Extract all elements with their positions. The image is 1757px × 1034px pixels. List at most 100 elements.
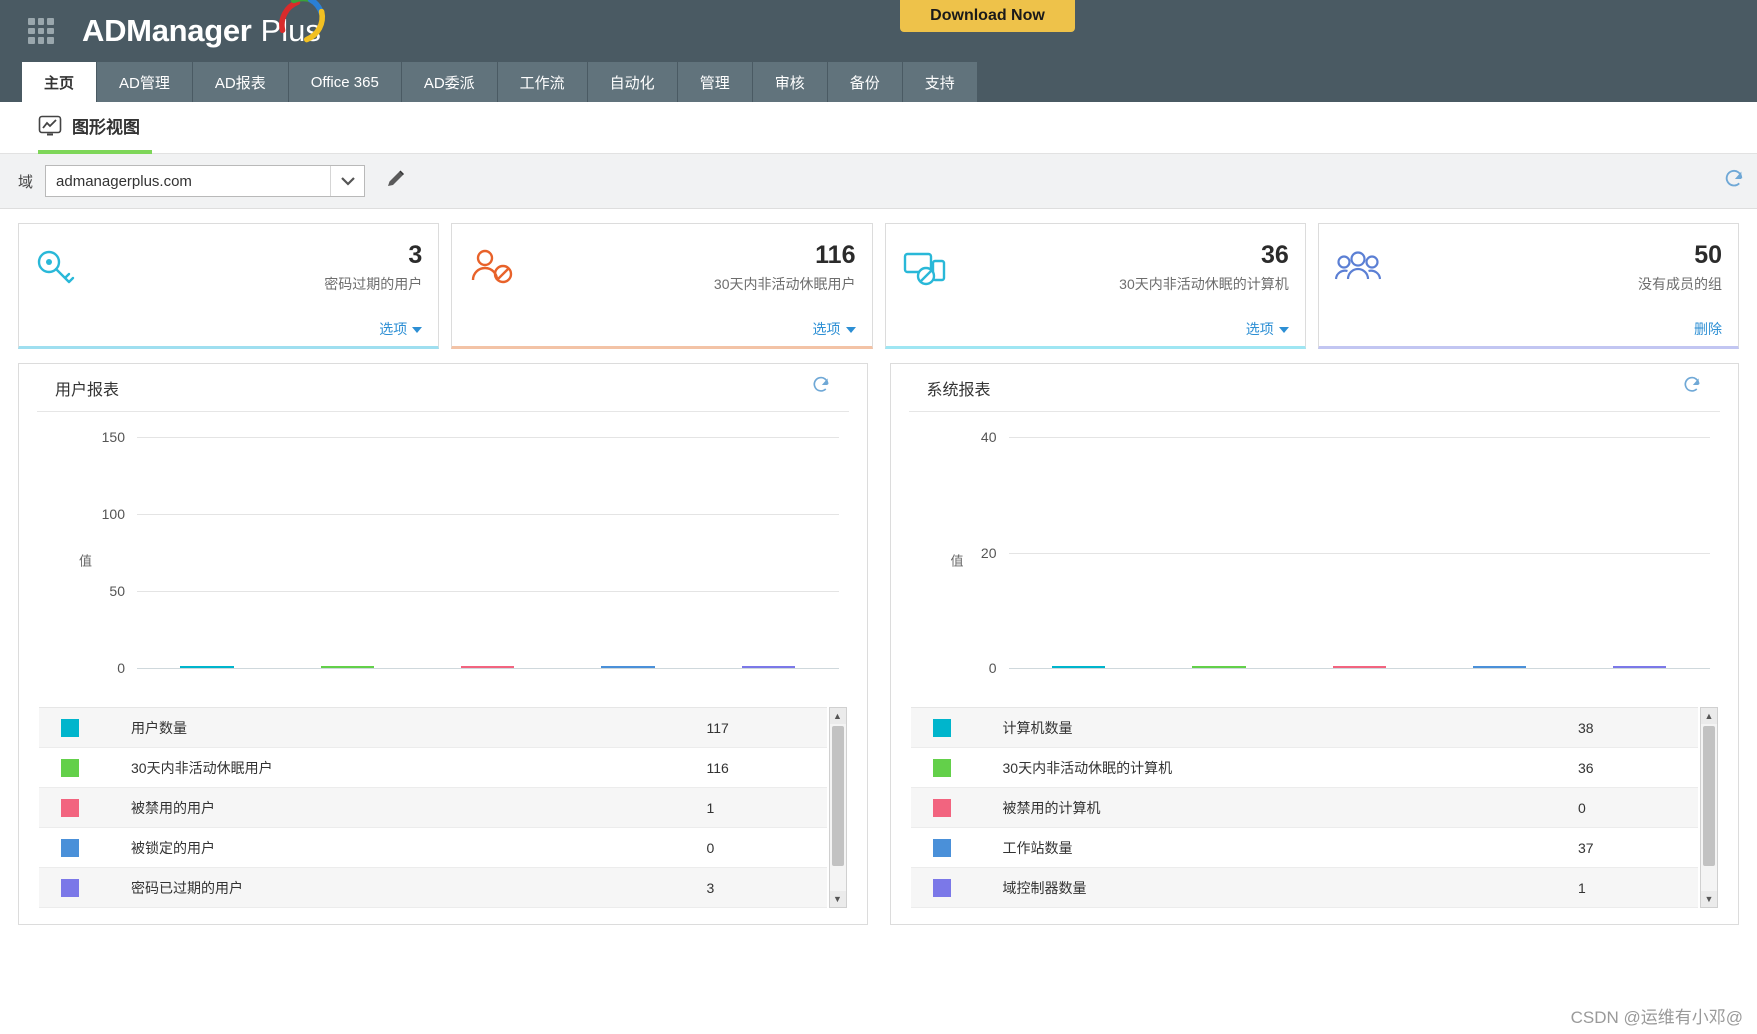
chevron-down-icon[interactable]: [330, 166, 364, 196]
legend-row[interactable]: 密码已过期的用户 3: [39, 868, 827, 908]
tab-automation[interactable]: 自动化: [587, 62, 678, 102]
x-axis-line: [137, 668, 839, 669]
card-options-link[interactable]: 选项: [1246, 319, 1289, 339]
legend-row[interactable]: 域控制器数量 1: [910, 868, 1698, 908]
legend-row[interactable]: 被禁用的用户 1: [39, 788, 827, 828]
y-axis-tick: 150: [101, 429, 125, 445]
tab-home[interactable]: 主页: [22, 62, 98, 102]
legend-value: 117: [706, 719, 729, 736]
chart-system-report: 值 0 20 40: [891, 412, 1739, 707]
legend-color-swatch: [932, 758, 951, 777]
y-axis-tick: 20: [980, 544, 997, 561]
legend-color-swatch: [932, 878, 951, 897]
domain-select[interactable]: admanagerplus.com: [45, 165, 366, 197]
legend-label: 密码已过期的用户: [131, 879, 243, 896]
legend-row[interactable]: 30天内非活动休眠用户 116: [39, 748, 827, 788]
card-caption: 没有成员的组: [1638, 275, 1722, 292]
pencil-icon[interactable]: [385, 168, 407, 195]
stat-card-empty-groups[interactable]: 50 没有成员的组 删除: [1317, 223, 1739, 349]
legend-row[interactable]: 计算机数量 38: [910, 708, 1698, 748]
tab-backup[interactable]: 备份: [827, 62, 903, 102]
tab-workflow[interactable]: 工作流: [497, 62, 588, 102]
legend-row[interactable]: 30天内非活动休眠的计算机 36: [910, 748, 1698, 788]
y-axis-tick: 0: [117, 660, 125, 676]
refresh-icon[interactable]: [1682, 375, 1702, 400]
tab-admin[interactable]: 管理: [677, 62, 753, 102]
bar-series: [1009, 438, 1711, 668]
bar[interactable]: [461, 666, 515, 668]
bar-slot: [137, 666, 277, 668]
stat-card-inactive-computers[interactable]: 36 30天内非活动休眠的计算机 选项: [884, 223, 1306, 349]
admanager-swoosh-logo: [279, 0, 325, 43]
refresh-icon[interactable]: [811, 375, 831, 400]
report-panels-row: 用户报表 值 0 50 100 150 用户数量 117 30天内非活动休眠用户 116 被禁…: [0, 349, 1757, 925]
x-axis-line: [1008, 668, 1710, 669]
plot-area: 0 50 100 150: [102, 429, 839, 676]
card-delete-link[interactable]: 删除: [1694, 319, 1722, 339]
legend-row[interactable]: 工作站数量 37: [910, 828, 1698, 868]
caret-up-icon[interactable]: ▲: [829, 708, 846, 724]
scrollbar-thumb[interactable]: [831, 726, 844, 866]
bar[interactable]: [1613, 666, 1667, 668]
tab-ad-reports[interactable]: AD报表: [192, 62, 289, 102]
bar[interactable]: [601, 666, 655, 668]
tab-ad-delegation[interactable]: AD委派: [401, 62, 498, 102]
y-axis-tick: 0: [988, 660, 997, 676]
refresh-icon-top[interactable]: [1723, 168, 1745, 195]
card-caption: 30天内非活动休眠用户: [713, 275, 856, 292]
y-axis-tick: 50: [109, 583, 125, 600]
caret-down-icon[interactable]: ▼: [829, 891, 846, 907]
legend-label: 工作站数量: [1002, 839, 1073, 856]
panel-system-report: 系统报表 值 0 20 40 计算机数量 38 30天内非活动休眠的计算机 36 被禁用的计…: [889, 363, 1739, 925]
tab-support[interactable]: 支持: [902, 62, 978, 102]
bar[interactable]: [741, 666, 795, 668]
bar[interactable]: [1472, 666, 1527, 668]
legend-color-swatch: [61, 798, 79, 817]
stat-card-expired-passwords[interactable]: 3 密码过期的用户 选项: [18, 223, 440, 349]
panel-user-report: 用户报表 值 0 50 100 150 用户数量 117 30天内非活动休眠用户 116 被禁…: [18, 363, 868, 925]
tab-ad-management[interactable]: AD管理: [97, 62, 193, 102]
caret-down-icon[interactable]: ▼: [1701, 891, 1717, 907]
bar[interactable]: [180, 666, 234, 668]
legend-value: 116: [706, 759, 729, 776]
card-options-link[interactable]: 选项: [813, 319, 856, 339]
bar[interactable]: [1332, 666, 1386, 668]
chevron-down-icon: [845, 327, 856, 334]
panel-header: 用户报表: [37, 364, 849, 412]
tab-office365[interactable]: Office 365: [288, 62, 402, 102]
legend-value: 36: [1578, 759, 1594, 776]
bar[interactable]: [1051, 666, 1106, 668]
card-value: 116: [815, 241, 856, 270]
bar-slot: [277, 666, 417, 668]
caret-up-icon[interactable]: ▲: [1701, 708, 1717, 724]
subnav-item-graphical-view[interactable]: 图形视图: [38, 102, 152, 154]
legend-row[interactable]: 被锁定的用户 0: [39, 828, 827, 868]
card-top: 50 没有成员的组: [1319, 224, 1738, 312]
bar[interactable]: [320, 666, 375, 668]
download-now-button[interactable]: Download Now: [900, 0, 1075, 32]
stat-card-inactive-users[interactable]: 116 30天内非活动休眠用户 选项: [451, 223, 873, 349]
legend-row[interactable]: 被禁用的计算机 0: [910, 788, 1698, 828]
legend-label: 30天内非活动休眠用户: [131, 759, 273, 776]
legend-label: 计算机数量: [1002, 719, 1073, 736]
card-options-link[interactable]: 选项: [379, 319, 423, 339]
bar-slot: [1289, 666, 1429, 668]
card-value: 50: [1694, 241, 1722, 270]
card-top: 116 30天内非活动休眠用户: [452, 224, 871, 312]
legend-row[interactable]: 用户数量 117: [39, 708, 827, 748]
tab-audit[interactable]: 审核: [752, 62, 828, 102]
legend-scrollbar[interactable]: ▲ ▼: [828, 707, 847, 908]
panel-title: 系统报表: [926, 381, 991, 399]
brand-name-ad: ADManager: [82, 13, 252, 48]
card-footer: 选项: [452, 312, 871, 346]
y-axis-tick: 100: [101, 506, 125, 523]
scrollbar-thumb[interactable]: [1703, 726, 1715, 866]
legend-color-swatch: [61, 838, 79, 857]
legend-scrollbar[interactable]: ▲ ▼: [1700, 707, 1718, 908]
apps-grid-icon[interactable]: [28, 18, 54, 44]
bar[interactable]: [1192, 666, 1246, 668]
card-caption: 30天内非活动休眠的计算机: [1119, 275, 1289, 292]
brand-logo[interactable]: ADManager Plus: [82, 0, 325, 49]
legend-value: 3: [706, 879, 715, 896]
legend-value: 0: [1578, 799, 1586, 816]
